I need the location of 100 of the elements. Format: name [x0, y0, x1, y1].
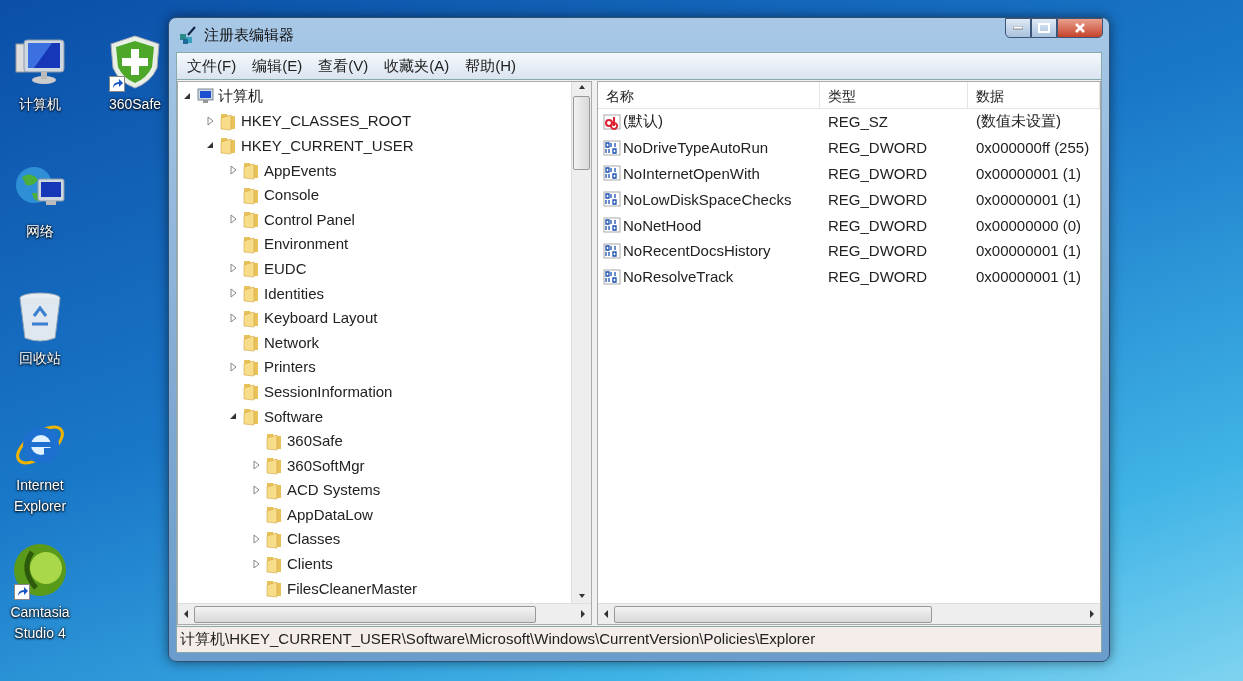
scroll-thumb[interactable]: [573, 96, 590, 170]
desktop-icon-label[interactable]: 回收站: [19, 348, 61, 369]
tree-item[interactable]: Environment: [264, 235, 349, 253]
folder-icon: [264, 578, 284, 599]
scroll-right-arrow-icon[interactable]: [1088, 609, 1096, 619]
expand-arrow-icon[interactable]: [251, 460, 261, 471]
expand-arrow-icon[interactable]: [205, 115, 215, 126]
value-data: (数值未设置): [975, 112, 1062, 132]
folder-icon: [241, 160, 261, 181]
tree-item[interactable]: ACD Systems: [287, 481, 381, 499]
tree-item[interactable]: EUDC: [264, 259, 307, 277]
minimize-icon: [1013, 26, 1023, 30]
menu-item[interactable]: 帮助(H): [459, 54, 522, 78]
tree-item[interactable]: Keyboard Layout: [264, 309, 378, 327]
scroll-left-arrow-icon[interactable]: [602, 609, 610, 619]
value-name[interactable]: NoDriveTypeAutoRun: [623, 139, 769, 157]
collapse-arrow-icon[interactable]: [182, 91, 192, 102]
value-type: REG_DWORD: [827, 268, 929, 286]
value-data: 0x00000001 (1): [975, 242, 1083, 260]
folder-icon: [241, 258, 261, 279]
expand-arrow-icon[interactable]: [251, 484, 261, 495]
menu-item[interactable]: 文件(F): [181, 54, 243, 78]
value-name[interactable]: NoRecentDocsHistory: [623, 242, 771, 260]
folder-icon: [264, 529, 284, 549]
collapse-arrow-icon[interactable]: [205, 140, 215, 151]
tree-item[interactable]: Software: [264, 407, 324, 425]
value-name[interactable]: (默认): [623, 112, 663, 132]
value-name[interactable]: NoNetHood: [623, 216, 702, 234]
tree-item[interactable]: Network: [264, 333, 319, 351]
menu-item[interactable]: 编辑(E): [246, 54, 309, 78]
value-type: REG_DWORD: [827, 242, 929, 260]
close-button[interactable]: [1057, 18, 1103, 38]
scroll-thumb[interactable]: [194, 605, 536, 623]
tree-item[interactable]: Printers: [264, 358, 316, 376]
scroll-thumb[interactable]: [614, 605, 932, 623]
tree-item[interactable]: 360SoftMgr: [287, 456, 365, 474]
expand-arrow-icon[interactable]: [251, 534, 261, 544]
horizontal-scrollbar[interactable]: [598, 603, 1100, 624]
column-header[interactable]: 数据: [968, 82, 1100, 108]
desktop-icon-label[interactable]: 网络: [26, 221, 54, 242]
tree-item[interactable]: FilesCleanerMaster: [287, 579, 418, 597]
folder-icon: [241, 381, 261, 402]
horizontal-scrollbar[interactable]: [178, 603, 591, 624]
binary-value-icon: [603, 164, 621, 183]
scroll-left-arrow-icon[interactable]: [182, 609, 190, 619]
binary-value-icon: [603, 216, 621, 235]
column-header[interactable]: 名称: [598, 82, 820, 108]
tree-item[interactable]: Classes: [287, 530, 341, 548]
window-title: 注册表编辑器: [204, 25, 295, 45]
value-data: 0x00000000 (0): [975, 216, 1083, 234]
folder-icon: [264, 504, 284, 525]
vertical-scrollbar[interactable]: [571, 82, 591, 603]
expand-arrow-icon[interactable]: [228, 288, 238, 299]
tree-item[interactable]: SessionInformation: [264, 382, 393, 400]
value-type: REG_SZ: [827, 113, 889, 131]
collapse-arrow-icon[interactable]: [228, 411, 238, 421]
menu-item[interactable]: 查看(V): [312, 54, 375, 78]
tree-item[interactable]: Control Panel: [264, 210, 355, 228]
value-type: REG_DWORD: [827, 165, 929, 182]
ball-icon: [12, 542, 68, 598]
tree-item[interactable]: HKEY_CURRENT_USER: [241, 137, 414, 154]
tree-item[interactable]: 计算机: [218, 86, 263, 106]
desktop-icon-label[interactable]: 360Safe: [108, 94, 162, 115]
registry-cubes-icon: [178, 25, 198, 45]
value-type: REG_DWORD: [827, 190, 929, 208]
tree-item[interactable]: 360Safe: [287, 432, 343, 450]
binary-value-icon: [603, 267, 621, 286]
desktop-icon-label[interactable]: Internet Explorer: [1, 475, 79, 517]
folder-icon: [241, 406, 261, 426]
value-name[interactable]: NoResolveTrack: [623, 268, 734, 286]
expand-arrow-icon[interactable]: [251, 558, 261, 569]
tree-item[interactable]: AppEvents: [264, 161, 337, 179]
value-type: REG_DWORD: [827, 216, 929, 234]
value-data: 0x00000001 (1): [975, 268, 1083, 286]
tree-item[interactable]: Clients: [287, 555, 333, 573]
expand-arrow-icon[interactable]: [228, 263, 238, 274]
tree-item[interactable]: Identities: [264, 284, 325, 302]
expand-arrow-icon[interactable]: [228, 165, 238, 176]
expand-arrow-icon[interactable]: [228, 214, 238, 225]
desktop-icon-label[interactable]: 计算机: [19, 94, 61, 115]
binary-value-icon: [603, 241, 621, 260]
column-header[interactable]: 类型: [820, 82, 968, 108]
folder-icon: [218, 135, 238, 156]
expand-arrow-icon[interactable]: [228, 361, 238, 372]
tree-item[interactable]: Console: [264, 186, 320, 204]
tree-item[interactable]: AppDataLow: [287, 505, 373, 523]
status-bar: 计算机\HKEY_CURRENT_USER\Software\Microsoft\Windows\CurrentVersion\Policies\Explorer: [176, 627, 1102, 653]
binary-value-icon: [603, 190, 621, 209]
minimize-button[interactable]: [1005, 18, 1031, 38]
maximize-button[interactable]: [1031, 18, 1057, 38]
value-data: 0x00000001 (1): [975, 165, 1083, 182]
expand-arrow-icon[interactable]: [228, 312, 238, 323]
value-type: REG_DWORD: [827, 139, 929, 157]
value-name[interactable]: NoInternetOpenWith: [623, 165, 760, 182]
folder-icon: [241, 209, 261, 230]
value-name[interactable]: NoLowDiskSpaceChecks: [623, 190, 792, 208]
menu-item[interactable]: 收藏夹(A): [378, 54, 456, 78]
scroll-right-arrow-icon[interactable]: [579, 609, 587, 619]
desktop-icon-label[interactable]: Camtasia Studio 4: [1, 602, 79, 644]
tree-item[interactable]: HKEY_CLASSES_ROOT: [241, 112, 412, 130]
